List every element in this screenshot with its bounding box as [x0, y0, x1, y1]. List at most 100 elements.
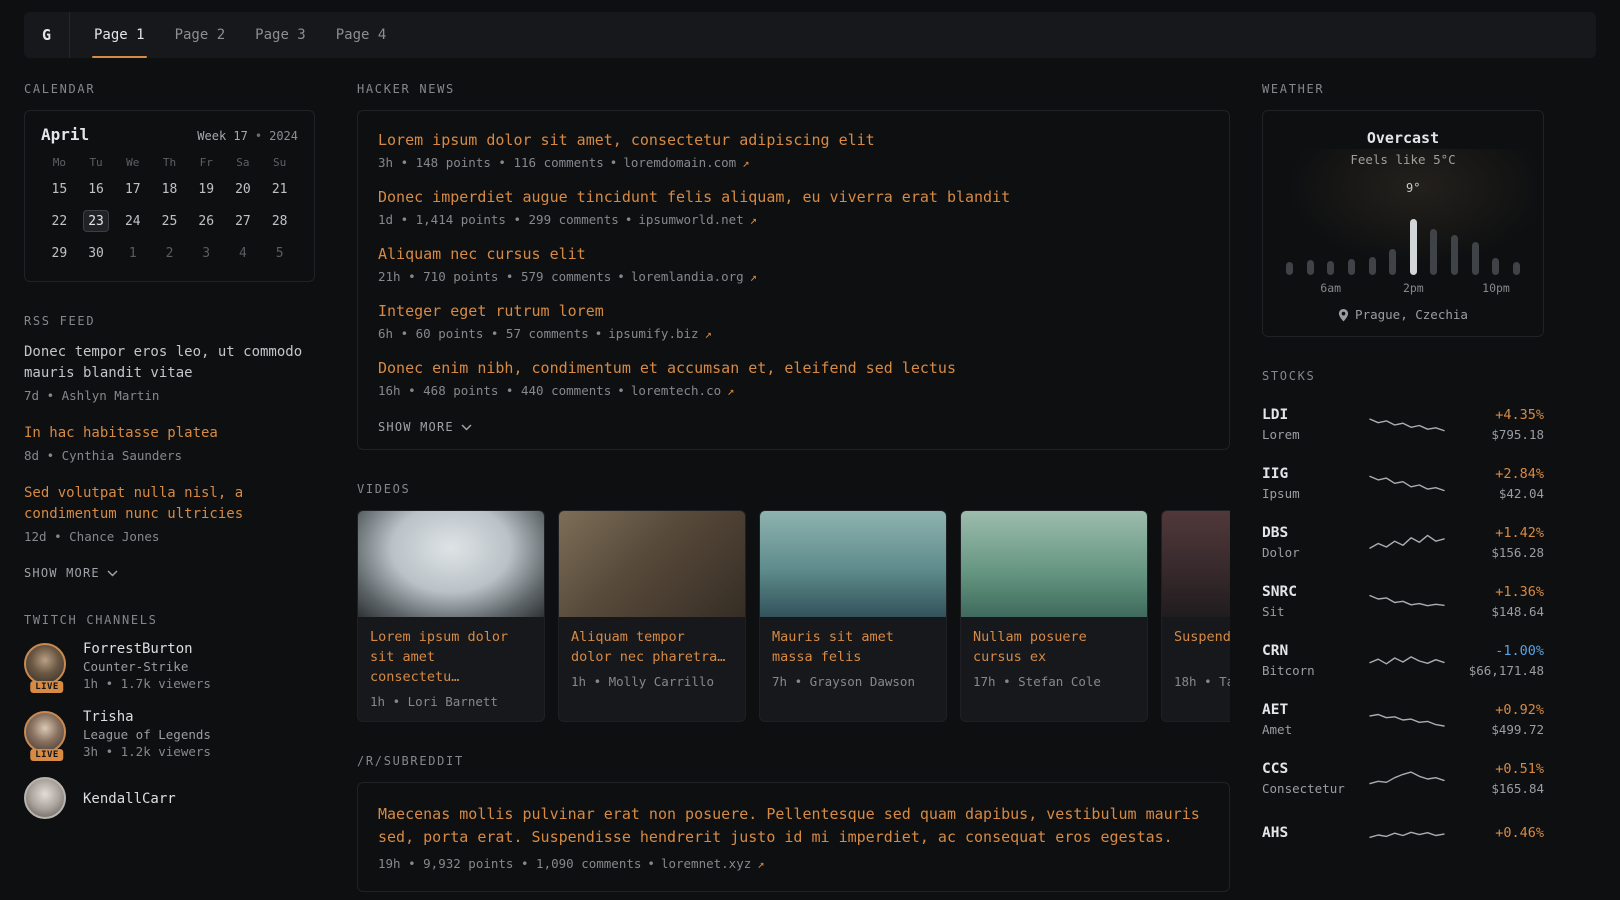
video-title[interactable]: Nullam posuere cursus ex	[973, 627, 1135, 667]
hn-item-title[interactable]: Donec imperdiet augue tincidunt felis al…	[378, 186, 1209, 208]
calendar-day[interactable]: 25	[151, 209, 188, 233]
calendar-day[interactable]: 19	[188, 177, 225, 201]
video-title[interactable]: Lorem ipsum dolor sit amet consectetu…	[370, 627, 532, 687]
app-logo[interactable]: G	[24, 12, 70, 58]
twitch-channel-name[interactable]: KendallCarr	[83, 791, 176, 807]
hn-item-domain[interactable]: ipsumify.biz	[608, 326, 698, 341]
left-column: CALENDAR April Week 17 • 2024 MoTuWeThFr…	[24, 82, 315, 900]
page-tab[interactable]: Page 4	[334, 12, 389, 58]
video-thumbnail[interactable]	[358, 511, 544, 617]
location-pin-icon	[1338, 308, 1349, 322]
stock-row[interactable]: DBS Dolor +1.42% $156.28	[1262, 515, 1544, 574]
subreddit-post-title[interactable]: Maecenas mollis pulvinar erat non posuer…	[378, 803, 1209, 849]
rss-item: Donec tempor eros leo, ut commodo mauris…	[24, 342, 315, 403]
calendar-day[interactable]: 18	[151, 177, 188, 201]
calendar-day[interactable]: 29	[41, 241, 78, 265]
weather-bar	[1283, 179, 1296, 275]
twitch-channel[interactable]: KendallCarr	[24, 777, 315, 823]
stock-row[interactable]: CRN Bitcorn -1.00% $66,171.48	[1262, 633, 1544, 692]
live-badge: LIVE	[30, 681, 63, 693]
twitch-channel-name[interactable]: Trisha	[83, 709, 211, 725]
calendar-day[interactable]: 15	[41, 177, 78, 201]
rss-show-more-button[interactable]: SHOW MORE	[24, 566, 118, 580]
hn-item-domain[interactable]: ipsumworld.net	[638, 212, 743, 227]
hn-item: Integer eget rutrum lorem 6h • 60 points…	[378, 300, 1209, 341]
video-card[interactable]: Nullam posuere cursus ex 17h • Stefan Co…	[960, 510, 1148, 722]
stock-row[interactable]: CCS Consectetur +0.51% $165.84	[1262, 751, 1544, 810]
video-card[interactable]: Aliquam tempor dolor nec pharetra… 1h • …	[558, 510, 746, 722]
video-card[interactable]: Suspendisse diam 18h • Tara	[1161, 510, 1230, 722]
page-tab[interactable]: Page 1	[92, 12, 147, 58]
hn-item-domain[interactable]: loremdomain.com	[623, 155, 736, 170]
video-card[interactable]: Lorem ipsum dolor sit amet consectetu… 1…	[357, 510, 545, 722]
calendar-day[interactable]: 23	[78, 209, 115, 233]
page-tab[interactable]: Page 3	[253, 12, 308, 58]
calendar-month: April	[41, 125, 89, 144]
calendar-day[interactable]: 2	[151, 241, 188, 265]
live-badge: LIVE	[30, 749, 63, 761]
stock-symbol: CRN	[1262, 643, 1358, 659]
video-thumbnail[interactable]	[559, 511, 745, 617]
calendar-day[interactable]: 3	[188, 241, 225, 265]
hackernews-section-title: HACKER NEWS	[357, 82, 1230, 96]
video-title[interactable]: Aliquam tempor dolor nec pharetra…	[571, 627, 733, 667]
weather-location: Prague, Czechia	[1279, 307, 1527, 322]
calendar-day[interactable]: 24	[114, 209, 151, 233]
calendar: April Week 17 • 2024 MoTuWeThFrSaSu 1516…	[24, 110, 315, 282]
page-tab[interactable]: Page 2	[173, 12, 228, 58]
weather-bar-column	[1430, 229, 1437, 275]
stock-row[interactable]: LDI Lorem +4.35% $795.18	[1262, 397, 1544, 456]
rss-item-title[interactable]: Donec tempor eros leo, ut commodo mauris…	[24, 342, 315, 384]
calendar-day[interactable]: 28	[261, 209, 298, 233]
hn-item-domain[interactable]: loremlandia.org	[631, 269, 744, 284]
calendar-day[interactable]: 16	[78, 177, 115, 201]
twitch-widget: TWITCH CHANNELS LIVE ForrestBurton Count…	[24, 613, 315, 823]
external-link-icon: ↗	[705, 327, 712, 341]
video-title[interactable]: Mauris sit amet massa felis	[772, 627, 934, 667]
hn-item-title[interactable]: Aliquam nec cursus elit	[378, 243, 1209, 265]
calendar-day[interactable]: 20	[225, 177, 262, 201]
calendar-day[interactable]: 21	[261, 177, 298, 201]
twitch-channel[interactable]: LIVE Trisha League of Legends 3h • 1.2k …	[24, 709, 315, 759]
calendar-day[interactable]: 4	[225, 241, 262, 265]
calendar-day[interactable]: 1	[114, 241, 151, 265]
calendar-day-number: 1	[120, 242, 146, 264]
video-thumbnail[interactable]	[961, 511, 1147, 617]
subreddit-post-domain[interactable]: loremnet.xyz	[661, 856, 751, 871]
rss-item-title[interactable]: Sed volutpat nulla nisl, a condimentum n…	[24, 483, 315, 525]
weather-bar-column	[1410, 219, 1417, 275]
avatar: LIVE	[24, 711, 70, 757]
stock-row[interactable]: AET Amet +0.92% $499.72	[1262, 692, 1544, 751]
dashboard: CALENDAR April Week 17 • 2024 MoTuWeThFr…	[0, 58, 1620, 900]
separator-dot: •	[617, 269, 625, 284]
hn-item-title[interactable]: Integer eget rutrum lorem	[378, 300, 1209, 322]
hackernews-show-more-button[interactable]: SHOW MORE	[378, 420, 472, 434]
weather-condition: Overcast	[1279, 129, 1527, 147]
video-thumbnail[interactable]	[760, 511, 946, 617]
calendar-day[interactable]: 5	[261, 241, 298, 265]
stock-row[interactable]: AHS +0.46%	[1262, 810, 1544, 864]
rss-section-title: RSS FEED	[24, 314, 315, 328]
weather-bar	[1324, 179, 1337, 275]
video-card[interactable]: Mauris sit amet massa felis 7h • Grayson…	[759, 510, 947, 722]
calendar-day[interactable]: 27	[225, 209, 262, 233]
stock-row[interactable]: SNRC Sit +1.36% $148.64	[1262, 574, 1544, 633]
calendar-day[interactable]: 30	[78, 241, 115, 265]
twitch-channel-name[interactable]: ForrestBurton	[83, 641, 211, 657]
hn-item-title[interactable]: Lorem ipsum dolor sit amet, consectetur …	[378, 129, 1209, 151]
stocks-section-title: STOCKS	[1262, 369, 1544, 383]
calendar-day[interactable]: 17	[114, 177, 151, 201]
hn-item-domain[interactable]: loremtech.co	[631, 383, 721, 398]
video-title[interactable]: Suspendisse diam	[1174, 627, 1230, 667]
video-thumbnail[interactable]	[1162, 511, 1230, 617]
hn-item-title[interactable]: Donec enim nibh, condimentum et accumsan…	[378, 357, 1209, 379]
rss-item-title[interactable]: In hac habitasse platea	[24, 423, 315, 444]
avatar-image	[24, 711, 66, 753]
twitch-channel[interactable]: LIVE ForrestBurton Counter-Strike 1h • 1…	[24, 641, 315, 691]
calendar-day[interactable]: 26	[188, 209, 225, 233]
calendar-day-number: 16	[83, 178, 109, 200]
calendar-day-number: 21	[267, 178, 293, 200]
calendar-day[interactable]: 22	[41, 209, 78, 233]
stock-row[interactable]: IIG Ipsum +2.84% $42.04	[1262, 456, 1544, 515]
weather-bar	[1304, 179, 1317, 275]
